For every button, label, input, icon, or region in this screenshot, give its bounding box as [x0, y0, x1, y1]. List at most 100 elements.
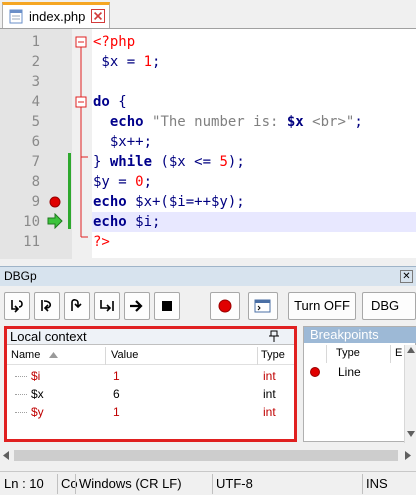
column-value[interactable]: Value [111, 349, 138, 361]
code-token: $x+($i=++$y); [126, 194, 245, 210]
console-window-icon [254, 299, 271, 313]
code-token: ; [152, 54, 161, 70]
local-context-title: Local context [10, 329, 87, 344]
breakpoint-icon[interactable] [48, 195, 62, 209]
code-line[interactable]: 4 do { [0, 92, 416, 112]
code-token: { [109, 94, 127, 110]
code-token: ; [143, 174, 153, 190]
column-separator[interactable] [105, 347, 106, 365]
close-tab-icon[interactable] [91, 9, 105, 23]
breakpoints-title: Breakpoints [310, 327, 379, 342]
variable-name: $x [31, 387, 44, 401]
code-token: = [109, 174, 136, 190]
breakpoint-toggle-icon [218, 299, 232, 313]
tree-connector [15, 376, 27, 377]
column-type[interactable]: Type [261, 349, 285, 361]
run-to-cursor-button[interactable] [94, 292, 120, 320]
code-token: ); [227, 154, 245, 170]
editor-horizontal-scrollbar[interactable] [0, 259, 416, 266]
dbgp-horizontal-scrollbar[interactable] [0, 447, 416, 464]
breakpoints-vertical-scrollbar[interactable] [404, 345, 416, 443]
column-separator[interactable] [390, 345, 391, 363]
step-over-button[interactable] [34, 292, 60, 320]
file-tab[interactable]: index.php [2, 2, 110, 28]
code-line[interactable]: 1 <?php [0, 32, 416, 52]
status-eol[interactable]: Windows (CR LF) [79, 476, 182, 491]
run-button[interactable] [124, 292, 150, 320]
code-token: echo [93, 114, 153, 130]
dbg-button[interactable]: DBG [362, 292, 416, 320]
code-line[interactable]: 3 [0, 72, 416, 92]
php-file-icon [9, 9, 23, 24]
scrollbar-thumb[interactable] [14, 450, 398, 461]
code-line[interactable]: 6 $x++; [0, 132, 416, 152]
line-number: 3 [31, 74, 40, 90]
local-context-header: Local context [7, 329, 294, 345]
step-into-button[interactable] [4, 292, 30, 320]
pin-icon[interactable] [269, 330, 279, 342]
tree-connector [15, 412, 27, 413]
status-insert-mode[interactable]: INS [366, 476, 388, 491]
variable-row[interactable]: $x 6 int [7, 385, 294, 403]
code-line[interactable]: 9 echo $x+($i=++$y); [0, 192, 416, 212]
code-token: 5 [219, 154, 228, 170]
code-line[interactable]: 11 ?> [0, 232, 416, 252]
breakpoints-panel: Breakpoints Type E Line [303, 326, 416, 443]
code-text: do { [93, 92, 127, 112]
console-button[interactable] [248, 292, 278, 320]
dbgp-title: DBGp [4, 269, 37, 283]
code-editor[interactable]: 1 <?php 2 $x = 1; 3 4 do {5 echo "The number … [0, 28, 416, 266]
code-token: ?> [93, 234, 110, 250]
code-line[interactable]: 8 $y = 0; [0, 172, 416, 192]
column-name[interactable]: Name [11, 349, 40, 361]
code-text: ?> [93, 232, 110, 252]
close-panel-icon[interactable]: ✕ [400, 270, 413, 283]
scroll-up-icon[interactable] [407, 347, 415, 353]
status-line-number: Ln : 10 [4, 476, 44, 491]
variable-type: int [263, 369, 276, 383]
breakpoints-header: Breakpoints [304, 327, 416, 343]
step-out-button[interactable] [64, 292, 90, 320]
code-text: <?php [93, 32, 135, 52]
variable-row[interactable]: $i 1 int [7, 367, 294, 385]
code-token: ( [152, 154, 169, 170]
breakpoints-columns: Type E [304, 345, 404, 363]
code-text: echo $x+($i=++$y); [93, 192, 245, 212]
toggle-breakpoint-button[interactable] [210, 292, 240, 320]
code-text: echo "The number is: $x <br>"; [93, 112, 363, 132]
variable-type: int [263, 387, 276, 401]
code-line[interactable]: 5 echo "The number is: $x <br>"; [0, 112, 416, 132]
column-separator[interactable] [257, 347, 258, 365]
variable-value: 1 [113, 405, 120, 419]
turn-off-button[interactable]: Turn OFF [288, 292, 356, 320]
code-text: $x = 1; [93, 52, 160, 72]
code-token: while [109, 154, 153, 170]
step-over-icon [41, 300, 52, 312]
stop-button[interactable] [154, 292, 180, 320]
line-number: 1 [31, 34, 40, 50]
local-context-columns: Name Value Type [7, 347, 294, 365]
scroll-down-icon[interactable] [407, 431, 415, 437]
column-separator[interactable] [326, 345, 327, 363]
column-bp-extra[interactable]: E [395, 347, 402, 359]
line-number: 6 [31, 134, 40, 150]
current-line-arrow-icon [47, 213, 63, 229]
code-text: $x++; [93, 132, 152, 152]
code-token: } [93, 154, 110, 170]
code-token: <?php [93, 34, 136, 50]
column-bp-type[interactable]: Type [336, 347, 360, 359]
variable-value: 6 [113, 387, 120, 401]
line-number: 5 [31, 114, 40, 130]
step-into-icon [11, 300, 23, 313]
scroll-right-icon[interactable] [405, 451, 411, 460]
breakpoint-row[interactable]: Line [304, 363, 404, 381]
fold-markers [75, 36, 88, 238]
line-number: 9 [31, 194, 40, 210]
code-line[interactable]: 7} while ($x <= 5); [0, 152, 416, 172]
status-encoding[interactable]: UTF-8 [216, 476, 253, 491]
scroll-left-icon[interactable] [3, 451, 9, 460]
variable-row[interactable]: $y 1 int [7, 403, 294, 421]
code-line[interactable]: 2 $x = 1; [0, 52, 416, 72]
step-out-icon [71, 299, 82, 311]
dbgp-panel: DBGp ✕ Turn OFF DBG Local context Name V… [0, 266, 416, 471]
